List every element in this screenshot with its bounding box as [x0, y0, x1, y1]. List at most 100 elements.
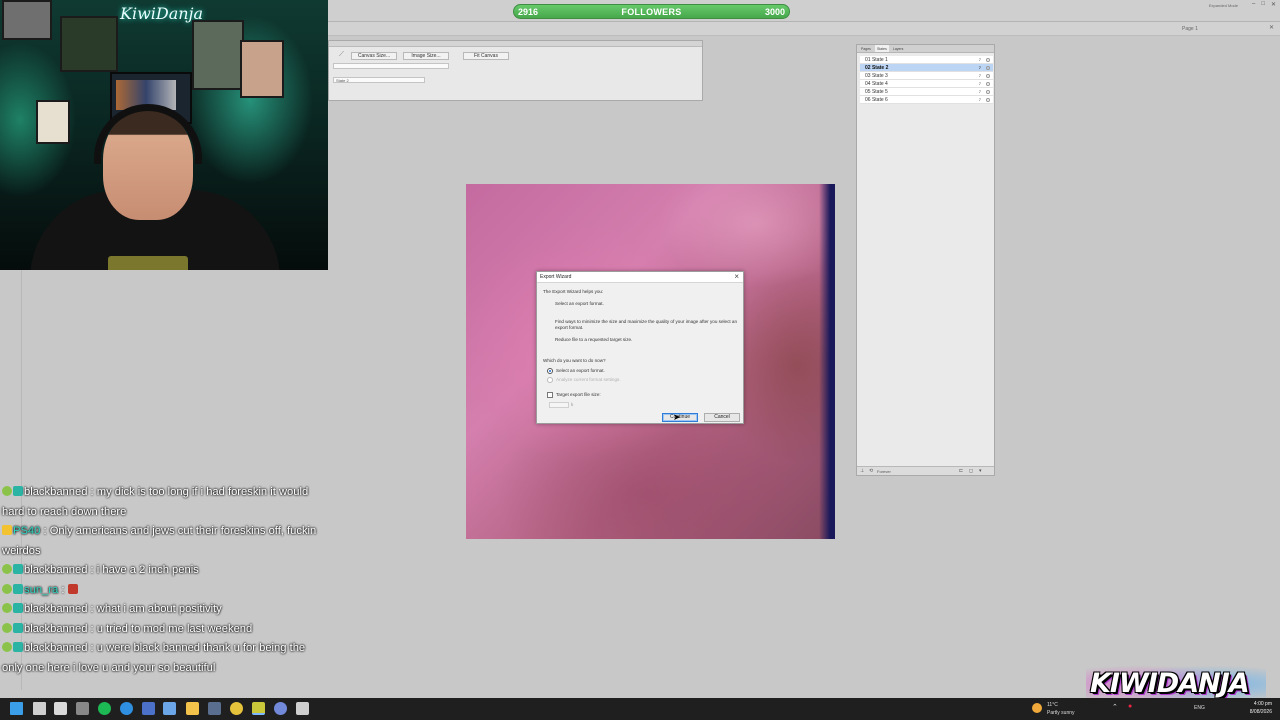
fit-canvas-button[interactable]: Fit Canvas: [463, 52, 509, 60]
weather-desc: Partly sunny: [1047, 710, 1075, 716]
state-row[interactable]: 01 State 1 7: [860, 56, 993, 64]
close-icon[interactable]: ×: [734, 272, 739, 281]
close-icon[interactable]: ✕: [1271, 1, 1276, 8]
dialog-intro: The Export Wizard helps you:: [543, 289, 604, 294]
file-explorer-icon[interactable]: [186, 702, 199, 715]
obs-icon[interactable]: [76, 702, 89, 715]
canvas-size-button[interactable]: Canvas Size...: [351, 52, 397, 60]
target-size-label[interactable]: Target export file size:: [556, 392, 601, 398]
export-wizard-dialog: Export Wizard × The Export Wizard helps …: [536, 271, 744, 424]
fireworks-icon[interactable]: [252, 702, 265, 715]
chat-username: blackbanned: [24, 564, 88, 576]
state-delay[interactable]: 7: [979, 80, 981, 88]
user-badge-icon: [2, 642, 12, 652]
spotify-icon[interactable]: [98, 702, 111, 715]
state-row[interactable]: 06 State 6 7: [860, 96, 993, 104]
app-title-bar: Expanded Mode – □ ✕: [328, 0, 1280, 22]
state-delay[interactable]: 7: [979, 64, 981, 72]
image-size-button[interactable]: Image Size...: [403, 52, 449, 60]
wall-poster: [36, 100, 70, 144]
tab-layers[interactable]: Layers: [893, 45, 904, 52]
state-label: 01 State 1: [865, 57, 888, 63]
edge-icon[interactable]: [120, 702, 133, 715]
pen-icon[interactable]: ⟋: [339, 51, 344, 59]
state-label: 03 State 3: [865, 73, 888, 79]
duplicate-state-icon[interactable]: ⊏: [959, 468, 963, 474]
chat-text: :: [58, 583, 68, 596]
state-label: 04 State 4: [865, 81, 888, 87]
shield-icon[interactable]: [54, 702, 67, 715]
chevron-up-icon[interactable]: ⌃: [1112, 703, 1118, 711]
chrome-icon[interactable]: [230, 702, 243, 715]
chat-message: blackbanned : i have a 2 inch penis: [2, 561, 322, 581]
webcam-overlay: KiwiDanja: [0, 0, 328, 270]
user-badge-icon: [2, 603, 12, 613]
basketball-hoop-poster: [2, 0, 52, 40]
dialog-titlebar[interactable]: Export Wizard ×: [537, 272, 743, 283]
page-indicator[interactable]: Page 1: [1182, 26, 1198, 32]
dialog-question: Which do you want to do now?: [543, 358, 606, 363]
visibility-icon[interactable]: [986, 66, 990, 70]
chat-username: blackbanned: [24, 603, 88, 615]
delete-state-icon[interactable]: ▾: [979, 468, 982, 474]
loop-icon[interactable]: ⟲: [869, 468, 873, 474]
state-delay[interactable]: 7: [979, 96, 981, 104]
wall-poster: [240, 40, 284, 98]
analyze-settings-label[interactable]: Analyze current format settings.: [556, 377, 621, 383]
tab-pages[interactable]: Pages: [861, 45, 871, 52]
state-select[interactable]: State 2: [333, 77, 425, 83]
state-row[interactable]: 05 State 5 7: [860, 88, 993, 96]
cancel-button[interactable]: Cancel: [704, 413, 740, 422]
target-size-input[interactable]: [549, 402, 569, 408]
steam-icon[interactable]: [208, 702, 221, 715]
loop-value[interactable]: Forever: [877, 469, 891, 474]
properties-panel-titlebar[interactable]: [329, 41, 702, 47]
minimize-icon[interactable]: –: [1252, 1, 1255, 8]
discord-icon[interactable]: [274, 702, 287, 715]
visibility-icon[interactable]: [986, 74, 990, 78]
chat-username: blackbanned: [24, 486, 88, 498]
tray-app-icon[interactable]: ●: [1128, 703, 1132, 710]
task-view-icon[interactable]: [163, 702, 176, 715]
followers-goal-bar: 2916 FOLLOWERS 3000: [513, 4, 790, 19]
dialog-bullet: Reduce file to a requested target size.: [555, 337, 633, 342]
chat-message: sun_ra :: [2, 581, 322, 601]
chat-text: : u tried to mod me last weekend: [87, 622, 253, 635]
windows-start-icon[interactable]: [10, 702, 23, 715]
clock[interactable]: 4:00 pm 8/08/2026: [1240, 700, 1272, 716]
language-indicator[interactable]: ENG: [1194, 705, 1205, 711]
visibility-icon[interactable]: [986, 82, 990, 86]
chat-username: blackbanned: [24, 642, 88, 654]
clock-date: 8/08/2026: [1249, 709, 1272, 715]
export-format-radio[interactable]: [547, 368, 553, 374]
state-row[interactable]: 03 State 3 7: [860, 72, 993, 80]
onion-skin-icon[interactable]: ⊥: [860, 468, 864, 474]
state-delay[interactable]: 7: [979, 88, 981, 96]
properties-field[interactable]: [333, 63, 449, 69]
chat-message: blackbanned : what i am about positivity: [2, 600, 322, 620]
wall-poster: [60, 16, 118, 72]
search-icon[interactable]: [33, 702, 46, 715]
document-close-icon[interactable]: ✕: [1269, 24, 1274, 31]
export-format-label[interactable]: Select an export format.: [556, 368, 605, 374]
maximize-icon[interactable]: □: [1261, 1, 1265, 8]
tab-states[interactable]: States: [874, 45, 889, 52]
analyze-settings-radio[interactable]: [547, 377, 553, 383]
state-delay[interactable]: 7: [979, 56, 981, 64]
chat-overlay: blackbanned : my dick is too long if i h…: [2, 483, 322, 678]
state-row[interactable]: 04 State 4 7: [860, 80, 993, 88]
app-icon[interactable]: [142, 702, 155, 715]
cloud-icon[interactable]: [296, 702, 309, 715]
visibility-icon[interactable]: [986, 58, 990, 62]
visibility-icon[interactable]: [986, 90, 990, 94]
clock-time: 4:00 pm: [1253, 701, 1272, 707]
state-list: 01 State 1 7 02 State 2 7 03 State 3 7 04 S…: [860, 56, 993, 104]
user-badge-icon: [2, 583, 12, 594]
chat-message: blackbanned : u tried to mod me last wee…: [2, 620, 322, 640]
target-size-checkbox[interactable]: [547, 392, 553, 398]
visibility-icon[interactable]: [986, 98, 990, 102]
new-state-icon[interactable]: ◻: [969, 468, 973, 474]
neon-sign: KiwiDanja: [120, 4, 204, 23]
state-delay[interactable]: 7: [979, 72, 981, 80]
state-row-selected[interactable]: 02 State 2 7: [860, 64, 993, 72]
